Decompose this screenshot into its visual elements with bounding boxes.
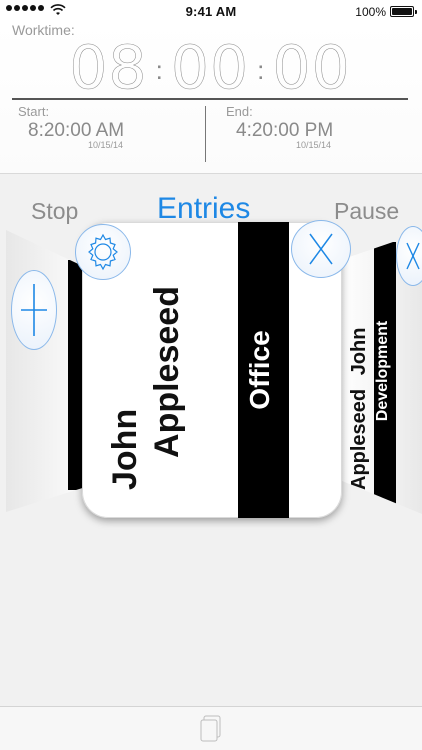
next-card-first-name: John xyxy=(348,327,370,376)
next-card-name: Appleseed John xyxy=(348,250,376,491)
end-label: End: xyxy=(226,104,253,119)
next-card-category: Development xyxy=(374,320,391,422)
entries-button[interactable]: Entries xyxy=(157,192,250,226)
status-bar: 9:41 AM 100% xyxy=(0,0,422,22)
close-icon xyxy=(406,242,420,270)
clock-seconds: 00 xyxy=(272,33,351,104)
clock-divider xyxy=(12,98,408,100)
clock-hours: 08 xyxy=(69,33,148,104)
pause-button[interactable]: Pause xyxy=(334,198,399,225)
end-time: 4:20:00 PM xyxy=(236,120,334,141)
card-strip xyxy=(68,260,82,490)
documents-icon[interactable] xyxy=(199,715,223,743)
plus-icon xyxy=(21,284,47,336)
card-category: Office xyxy=(244,330,275,410)
clock-minutes: 00 xyxy=(170,33,250,104)
close-button[interactable] xyxy=(291,220,351,278)
card-last-name: Appleseed xyxy=(148,286,186,458)
next-card-close-button[interactable] xyxy=(396,226,422,286)
add-button[interactable] xyxy=(11,270,57,350)
close-icon xyxy=(309,233,333,265)
start-label: Start: xyxy=(18,104,50,119)
end-date: 10/15/14 xyxy=(296,140,332,150)
worktime-panel: Worktime: 08 : 00 : 00 Start: 8:20:00 AM… xyxy=(0,22,422,174)
end-time-block[interactable]: End: 4:20:00 PM 10/15/14 xyxy=(226,104,333,150)
card-first-name: John xyxy=(106,408,144,490)
worktime-clock: 08 : 00 : 00 xyxy=(60,33,360,104)
stop-button[interactable]: Stop xyxy=(31,198,78,225)
bottom-toolbar xyxy=(0,706,422,750)
battery-percentage: 100% xyxy=(355,5,386,19)
next-card-last-name: Appleseed xyxy=(348,388,370,490)
battery-icon xyxy=(390,6,417,17)
clock-separator: : xyxy=(257,54,265,85)
start-date: 10/15/14 xyxy=(88,140,124,150)
gear-icon xyxy=(88,233,118,271)
start-time-block[interactable]: Start: 8:20:00 AM 10/15/14 xyxy=(18,104,124,150)
start-time: 8:20:00 AM xyxy=(28,120,125,141)
settings-button[interactable] xyxy=(75,224,131,280)
start-end-divider xyxy=(205,106,206,162)
clock-separator: : xyxy=(155,54,163,85)
